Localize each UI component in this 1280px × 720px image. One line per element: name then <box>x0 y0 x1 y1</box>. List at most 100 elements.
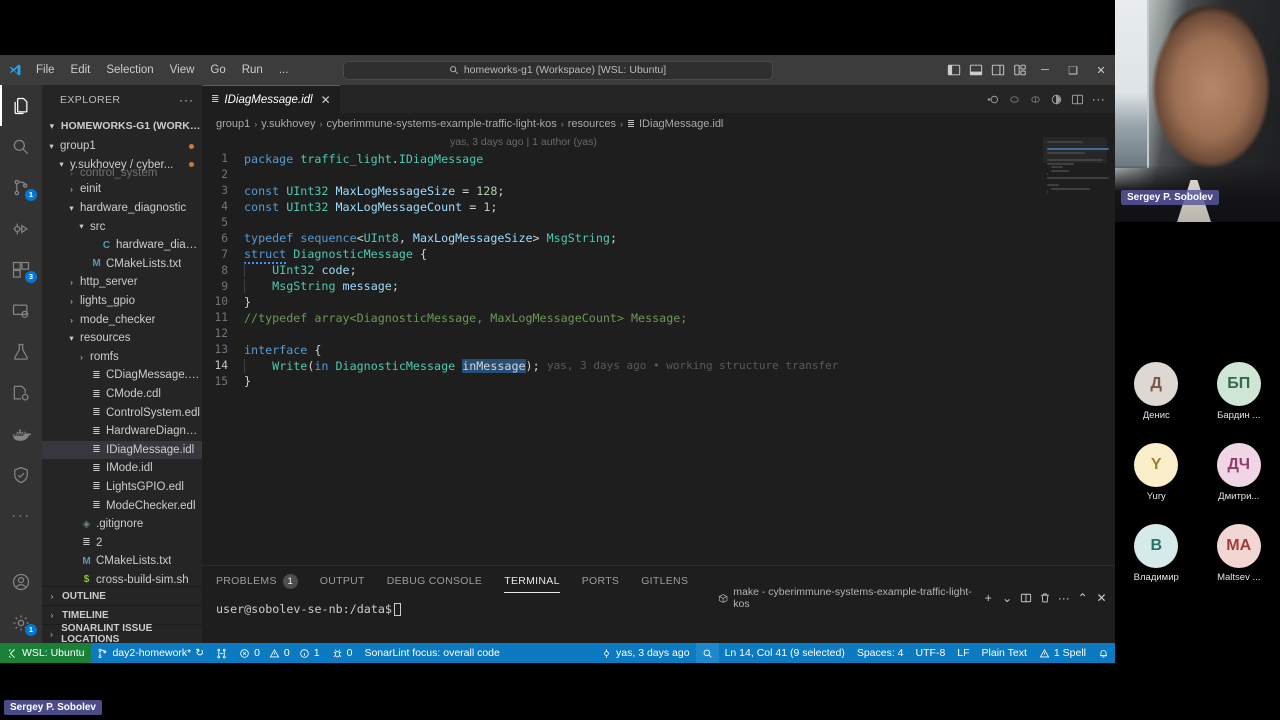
tree-item-modechecker-edl[interactable]: ≣ ModeChecker.edl <box>42 496 202 515</box>
tree-item-idiagmessage-idl[interactable]: ≣ IDiagMessage.idl <box>42 440 202 460</box>
code-line-10[interactable]: 10} <box>202 294 1115 310</box>
code-line-13[interactable]: 13 interface { <box>202 342 1115 358</box>
panel-timeline[interactable]: › TIMELINE <box>42 605 202 624</box>
code-line-12[interactable]: 12 <box>202 326 1115 342</box>
status-search-button[interactable] <box>695 643 719 663</box>
activity-sonarlint[interactable] <box>0 372 42 413</box>
kill-terminal-icon[interactable] <box>1037 586 1054 610</box>
code-line-4[interactable]: 4 const UInt32 MaxLogMessageCount = 1; <box>202 199 1115 215</box>
maximize-panel-icon[interactable]: ⌃ <box>1074 586 1091 610</box>
window-minimize-button[interactable]: ─ <box>1031 55 1059 85</box>
code-text[interactable]: } <box>244 374 251 388</box>
activity-remote-explorer[interactable] <box>0 290 42 331</box>
activity-accounts[interactable] <box>0 561 42 602</box>
command-center[interactable]: homeworks-g1 (Workspace) [WSL: Ubuntu] <box>342 60 773 80</box>
activity-run-debug[interactable] <box>0 208 42 249</box>
code-text[interactable]: } <box>244 295 251 309</box>
code-text[interactable]: UInt32 code; <box>244 263 357 278</box>
breadcrumb-item-0[interactable]: group1 <box>216 118 250 130</box>
panel-more-actions-icon[interactable]: ··· <box>1055 586 1072 610</box>
breadcrumb-item-1[interactable]: y.sukhovey <box>261 118 315 130</box>
status-cursor-position[interactable]: Ln 14, Col 41 (9 selected) <box>719 643 851 663</box>
breadcrumb-item-3[interactable]: resources <box>568 118 616 130</box>
activity-explorer[interactable] <box>0 85 42 126</box>
split-editor-icon[interactable] <box>1067 85 1088 113</box>
status-spell-checker[interactable]: 1 Spell <box>1033 643 1092 663</box>
activity-testing[interactable] <box>0 331 42 372</box>
menu-selection[interactable]: Selection <box>98 59 161 81</box>
tree-item-lights-gpio[interactable]: › lights_gpio <box>42 292 202 311</box>
panel-tab-output[interactable]: OUTPUT <box>320 566 365 596</box>
participant-tile[interactable]: БП Бардин ... <box>1198 362 1280 421</box>
breadcrumb-item-4[interactable]: IDiagMessage.idl <box>639 118 723 130</box>
status-sync-icon[interactable]: ↻ <box>195 647 204 659</box>
status-problems[interactable]: 0 0 1 <box>233 643 326 663</box>
panel-sonarlint-issues[interactable]: › SONARLINT ISSUE LOCATIONS <box>42 623 202 643</box>
tree-item-hardware-diagnosti[interactable]: Chardware_diagnosti... <box>42 236 202 255</box>
status-sonar-focus[interactable]: SonarLint focus: overall code <box>358 643 505 663</box>
status-indentation[interactable]: Spaces: 4 <box>851 643 910 663</box>
menu-edit[interactable]: Edit <box>63 59 99 81</box>
menu-run[interactable]: Run <box>234 59 271 81</box>
code-line-9[interactable]: 9 MsgString message; <box>202 278 1115 294</box>
status-encoding[interactable]: UTF-8 <box>910 643 952 663</box>
gitlens-prev-icon[interactable] <box>1004 85 1025 113</box>
status-language-mode[interactable]: Plain Text <box>976 643 1033 663</box>
tab-idiagmessage-idl[interactable]: ≣ IDiagMessage.idl ✕ <box>202 85 340 113</box>
tree-item-http-server[interactable]: › http_server <box>42 273 202 292</box>
gitlens-next-icon[interactable] <box>1025 85 1046 113</box>
file-tree[interactable]: ▾ group1 ▾ y.sukhovey / cyber... › control_sy… <box>42 137 202 586</box>
explorer-more-actions-icon[interactable]: ··· <box>179 93 194 107</box>
menu-more[interactable]: ... <box>271 59 297 81</box>
status-remote-host[interactable]: WSL: Ubuntu <box>0 643 92 663</box>
code-line-14[interactable]: 14 Write(in DiagnosticMessage inMessage)… <box>202 358 1115 374</box>
tree-item-cmakelists-txt[interactable]: M CMakeLists.txt <box>42 552 202 571</box>
code-line-2[interactable]: 2 <box>202 167 1115 183</box>
code-lines[interactable]: 1 package traffic_light.IDiagMessage 2 3 con… <box>202 151 1115 565</box>
status-sonarlint-issues[interactable]: 0 <box>326 643 359 663</box>
status-git-graph[interactable] <box>210 643 233 663</box>
toggle-panel-icon[interactable] <box>965 59 987 81</box>
self-video-tile[interactable]: Sergey P. Sobolev <box>1115 0 1280 222</box>
close-tab-icon[interactable]: ✕ <box>321 93 331 107</box>
tree-item-hardware-diagnostic[interactable]: ▾ hardware_diagnostic <box>42 199 202 218</box>
tree-item-hardwarediagnostic[interactable]: ≣ HardwareDiagnostic.... <box>42 422 202 441</box>
workspace-section-header[interactable]: ▾ HOMEWORKS-G1 (WORKSPAC... <box>42 115 202 137</box>
new-terminal-button[interactable]: + <box>980 586 997 610</box>
participant-grid[interactable]: Д Денис БП Бардин ... Y Yury ДЧ Дмитри... B Влади… <box>1115 362 1280 583</box>
tree-item-gitignore[interactable]: ◈ .gitignore <box>42 515 202 534</box>
panel-tab-ports[interactable]: PORTS <box>582 566 619 596</box>
tree-item-controlsystem-edl[interactable]: ≣ ControlSystem.edl <box>42 403 202 422</box>
activity-extensions[interactable]: 3 <box>0 249 42 290</box>
tree-item-src[interactable]: ▾ src <box>42 217 202 236</box>
tree-item-resources[interactable]: ▾ resources <box>42 329 202 348</box>
participant-tile[interactable]: B Владимир <box>1115 524 1198 583</box>
activity-docker[interactable] <box>0 413 42 454</box>
tree-item-cdiagmessage-cdl[interactable]: ≣ CDiagMessage.cdl <box>42 366 202 385</box>
code-text[interactable]: typedef sequence<UInt8, MaxLogMessageSiz… <box>244 231 617 245</box>
breadcrumb-item-2[interactable]: cyberimmune-systems-example-traffic-ligh… <box>326 118 556 130</box>
activity-trust[interactable] <box>0 454 42 495</box>
tree-item-cmakelists-txt[interactable]: M CMakeLists.txt <box>42 255 202 274</box>
code-line-8[interactable]: 8 UInt32 code; <box>202 262 1115 278</box>
tree-item-romfs[interactable]: › romfs <box>42 348 202 367</box>
activity-source-control[interactable]: 1 <box>0 167 42 208</box>
editor-more-actions-icon[interactable]: ··· <box>1088 85 1109 113</box>
participant-tile[interactable]: MA Maltsev ... <box>1198 524 1280 583</box>
tree-item-mode-checker[interactable]: › mode_checker <box>42 310 202 329</box>
code-line-7[interactable]: 7 struct DiagnosticMessage { <box>202 246 1115 265</box>
code-text[interactable]: //typedef array<DiagnosticMessage, MaxLo… <box>244 311 687 325</box>
tree-item-cross-build-sim-sh[interactable]: $ cross-build-sim.sh <box>42 571 202 586</box>
participant-tile[interactable]: ДЧ Дмитри... <box>1198 443 1280 502</box>
split-terminal-icon[interactable] <box>1018 586 1035 610</box>
code-text[interactable]: interface { <box>244 343 321 357</box>
tree-item-einit[interactable]: › einit <box>42 180 202 199</box>
window-close-button[interactable]: ✕ <box>1087 55 1115 85</box>
menu-file[interactable]: File <box>28 59 63 81</box>
tree-item-imode-idl[interactable]: ≣ IMode.idl <box>42 459 202 478</box>
code-line-5[interactable]: 5 <box>202 215 1115 231</box>
code-editor[interactable]: yas, 3 days ago | 1 author (yas) 1 packag… <box>202 135 1115 565</box>
panel-tab-debug-console[interactable]: DEBUG CONSOLE <box>387 566 483 596</box>
code-line-11[interactable]: 11 //typedef array<DiagnosticMessage, Max… <box>202 310 1115 326</box>
tree-item-2[interactable]: ≣ 2 <box>42 533 202 552</box>
